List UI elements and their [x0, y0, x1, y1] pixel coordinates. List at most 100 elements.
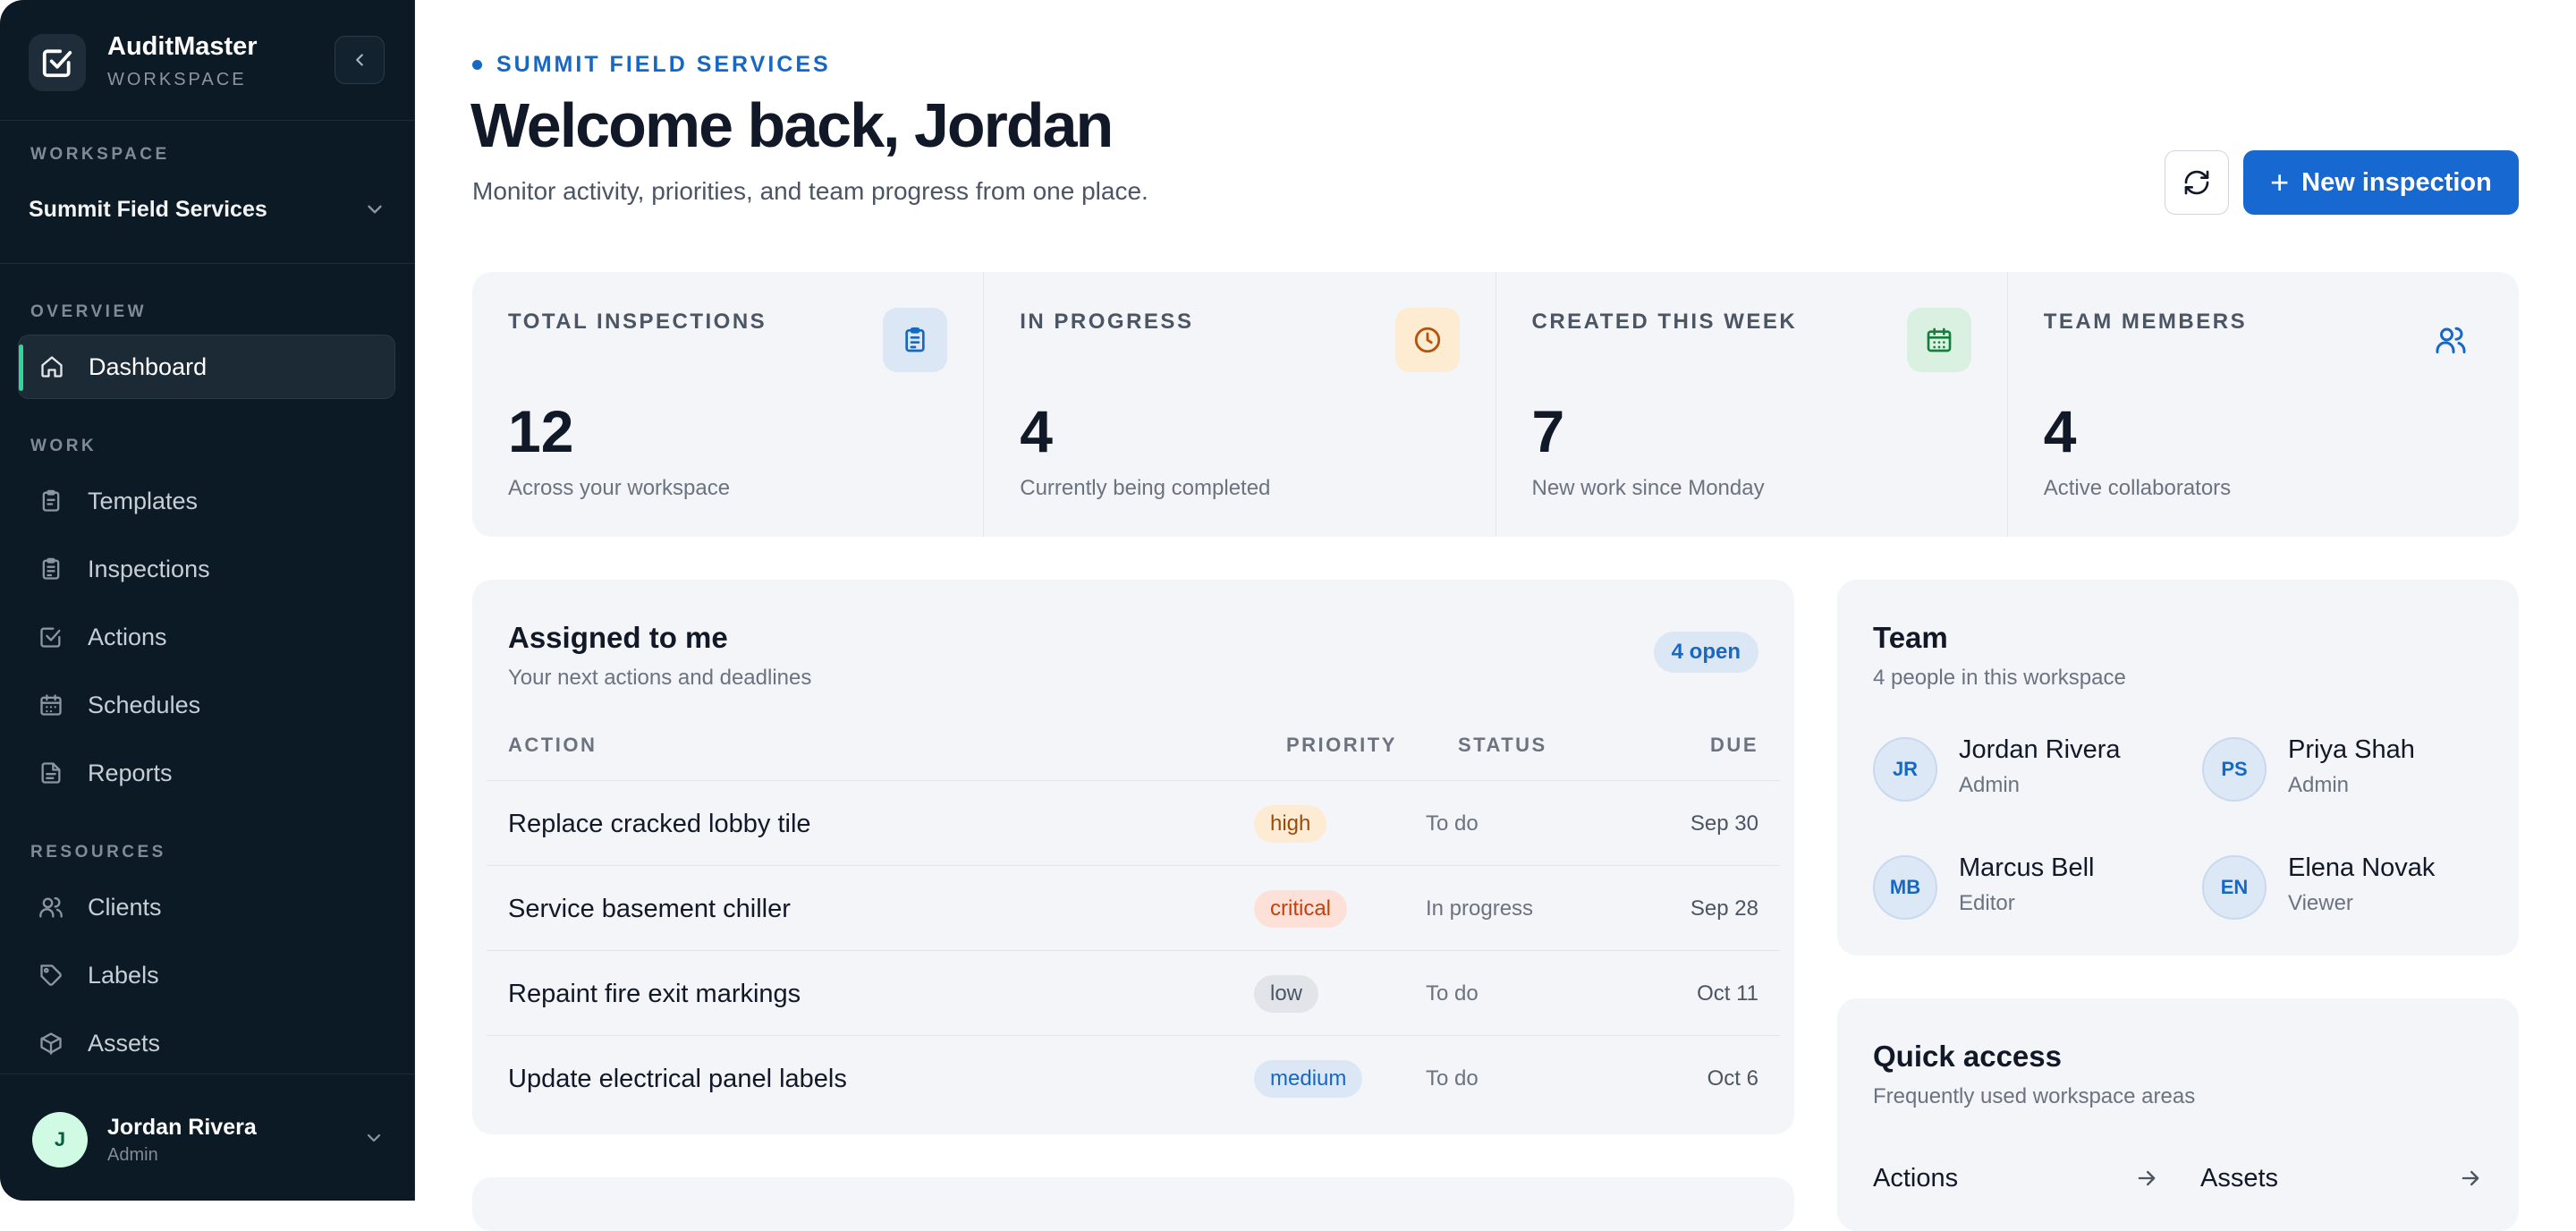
sidebar-item-assets[interactable]: Assets	[18, 1011, 395, 1075]
users-icon	[2419, 308, 2483, 372]
stat-value: 4	[2043, 398, 2077, 464]
stat-total-inspections: TOTAL INSPECTIONS 12 Across your workspa…	[472, 272, 985, 537]
stats-panel: TOTAL INSPECTIONS 12 Across your workspa…	[472, 272, 2519, 537]
status-text: To do	[1426, 981, 1479, 1006]
assigned-title: Assigned to me	[508, 621, 728, 654]
refresh-button[interactable]	[2165, 150, 2229, 215]
sidebar-item-label: Labels	[88, 961, 159, 989]
stat-value: 4	[1020, 398, 1053, 464]
sidebar-item-label: Assets	[88, 1029, 161, 1057]
team-member[interactable]: PS Priya Shah Admin	[2202, 732, 2488, 803]
main-content: SUMMIT FIELD SERVICES Welcome back, Jord…	[415, 0, 2576, 1231]
status-text: In progress	[1426, 896, 1534, 921]
sidebar-item-label: Clients	[88, 893, 162, 921]
table-row[interactable]: Update electrical panel labels medium To…	[487, 1035, 1780, 1120]
sidebar-item-label: Dashboard	[89, 352, 208, 380]
assigned-subtitle: Your next actions and deadlines	[508, 666, 812, 690]
app-name: AuditMaster	[107, 32, 258, 61]
section-resources: RESOURCES	[30, 843, 166, 862]
table-row[interactable]: Replace cracked lobby tile high To do Se…	[487, 780, 1780, 865]
status-text: To do	[1426, 811, 1479, 836]
member-name: Elena Novak	[2288, 853, 2436, 882]
sidebar-item-label: Actions	[88, 623, 167, 650]
column-header-priority: PRIORITY	[1286, 734, 1397, 756]
chevron-down-icon	[368, 205, 382, 214]
page-title: Welcome back, Jordan	[470, 90, 1114, 160]
avatar: MB	[1873, 855, 1937, 920]
avatar: PS	[2202, 737, 2267, 802]
section-work: WORK	[30, 437, 97, 455]
table-row[interactable]: Service basement chiller critical In pro…	[487, 865, 1780, 950]
workspace-select[interactable]: Summit Field Services	[29, 191, 386, 227]
chevron-down-icon	[367, 1133, 381, 1142]
sidebar-item-inspections[interactable]: Inspections	[18, 537, 395, 601]
priority-badge: critical	[1254, 890, 1348, 928]
action-name: Service basement chiller	[508, 895, 791, 923]
table-row[interactable]: Repaint fire exit markings low To do Oct…	[487, 950, 1780, 1035]
column-header-status: STATUS	[1458, 734, 1547, 756]
users-icon	[38, 894, 64, 921]
due-date: Sep 30	[1690, 811, 1758, 836]
calendar-icon	[1906, 308, 1971, 372]
tag-icon	[38, 962, 64, 989]
sidebar-item-dashboard[interactable]: Dashboard	[18, 335, 395, 399]
plus-icon: +	[2270, 164, 2290, 200]
page-subtitle: Monitor activity, priorities, and team p…	[472, 177, 1148, 205]
app-subtitle: WORKSPACE	[107, 70, 247, 89]
action-name: Repaint fire exit markings	[508, 980, 801, 1008]
workspace-eyebrow: SUMMIT FIELD SERVICES	[472, 52, 831, 78]
quick-access-subtitle: Frequently used workspace areas	[1873, 1084, 2196, 1108]
quick-access-label: Actions	[1873, 1163, 1959, 1193]
sidebar-item-clients[interactable]: Clients	[18, 875, 395, 939]
quick-access-actions[interactable]: Actions	[1873, 1163, 2159, 1193]
clock-icon	[1394, 308, 1460, 372]
clipboard-list-icon	[38, 556, 64, 582]
stat-team-members: TEAM MEMBERS 4 Active collaborators	[2008, 272, 2519, 537]
stat-note: Across your workspace	[508, 476, 731, 500]
sidebar-item-labels[interactable]: Labels	[18, 943, 395, 1007]
stat-label: IN PROGRESS	[1020, 310, 1194, 334]
stat-note: New work since Monday	[1531, 476, 1765, 500]
action-name: Replace cracked lobby tile	[508, 810, 811, 838]
sidebar-item-label: Templates	[88, 487, 199, 514]
sidebar-item-schedules[interactable]: Schedules	[18, 673, 395, 737]
member-name: Jordan Rivera	[1959, 735, 2121, 764]
file-text-icon	[38, 760, 64, 786]
quick-access-card: Quick access Frequently used workspace a…	[1837, 998, 2519, 1231]
divider	[0, 120, 415, 121]
sidebar-item-actions[interactable]: Actions	[18, 605, 395, 669]
section-overview: OVERVIEW	[30, 302, 148, 321]
new-inspection-label: New inspection	[2301, 167, 2492, 197]
member-role: Viewer	[2288, 891, 2353, 915]
box-icon	[38, 1030, 64, 1057]
arrow-right-icon	[2462, 1170, 2479, 1186]
quick-access-assets[interactable]: Assets	[2200, 1163, 2483, 1193]
open-count-badge: 4 open	[1653, 632, 1758, 673]
stat-note: Currently being completed	[1020, 476, 1271, 500]
stat-in-progress: IN PROGRESS 4 Currently being completed	[984, 272, 1496, 537]
new-inspection-button[interactable]: + New inspection	[2243, 150, 2519, 215]
team-member[interactable]: MB Marcus Bell Editor	[1873, 850, 2159, 921]
user-menu[interactable]: J Jordan Rivera Admin	[32, 1104, 390, 1176]
team-card: Team 4 people in this workspace JR Jorda…	[1837, 580, 2519, 955]
team-member[interactable]: EN Elena Novak Viewer	[2202, 850, 2488, 921]
collapse-sidebar-button[interactable]	[335, 36, 385, 84]
avatar: J	[32, 1112, 88, 1167]
column-header-due: DUE	[1710, 734, 1758, 756]
team-member[interactable]: JR Jordan Rivera Admin	[1873, 732, 2159, 803]
user-name: Jordan Rivera	[107, 1115, 257, 1140]
team-subtitle: 4 people in this workspace	[1873, 666, 2126, 690]
status-text: To do	[1426, 1066, 1479, 1091]
sidebar-item-templates[interactable]: Templates	[18, 469, 395, 533]
team-title: Team	[1873, 621, 1948, 654]
refresh-icon	[2184, 170, 2209, 195]
sidebar-item-reports[interactable]: Reports	[18, 741, 395, 805]
stat-label: TEAM MEMBERS	[2043, 310, 2248, 334]
due-date: Sep 28	[1690, 896, 1758, 921]
stat-value: 7	[1531, 398, 1565, 464]
sidebar-item-label: Inspections	[88, 555, 210, 582]
sidebar-item-label: Reports	[88, 759, 173, 786]
stat-created-this-week: CREATED THIS WEEK 7 New work since Monda…	[1496, 272, 2008, 537]
clipboard-icon	[38, 488, 64, 514]
avatar: EN	[2202, 855, 2267, 920]
